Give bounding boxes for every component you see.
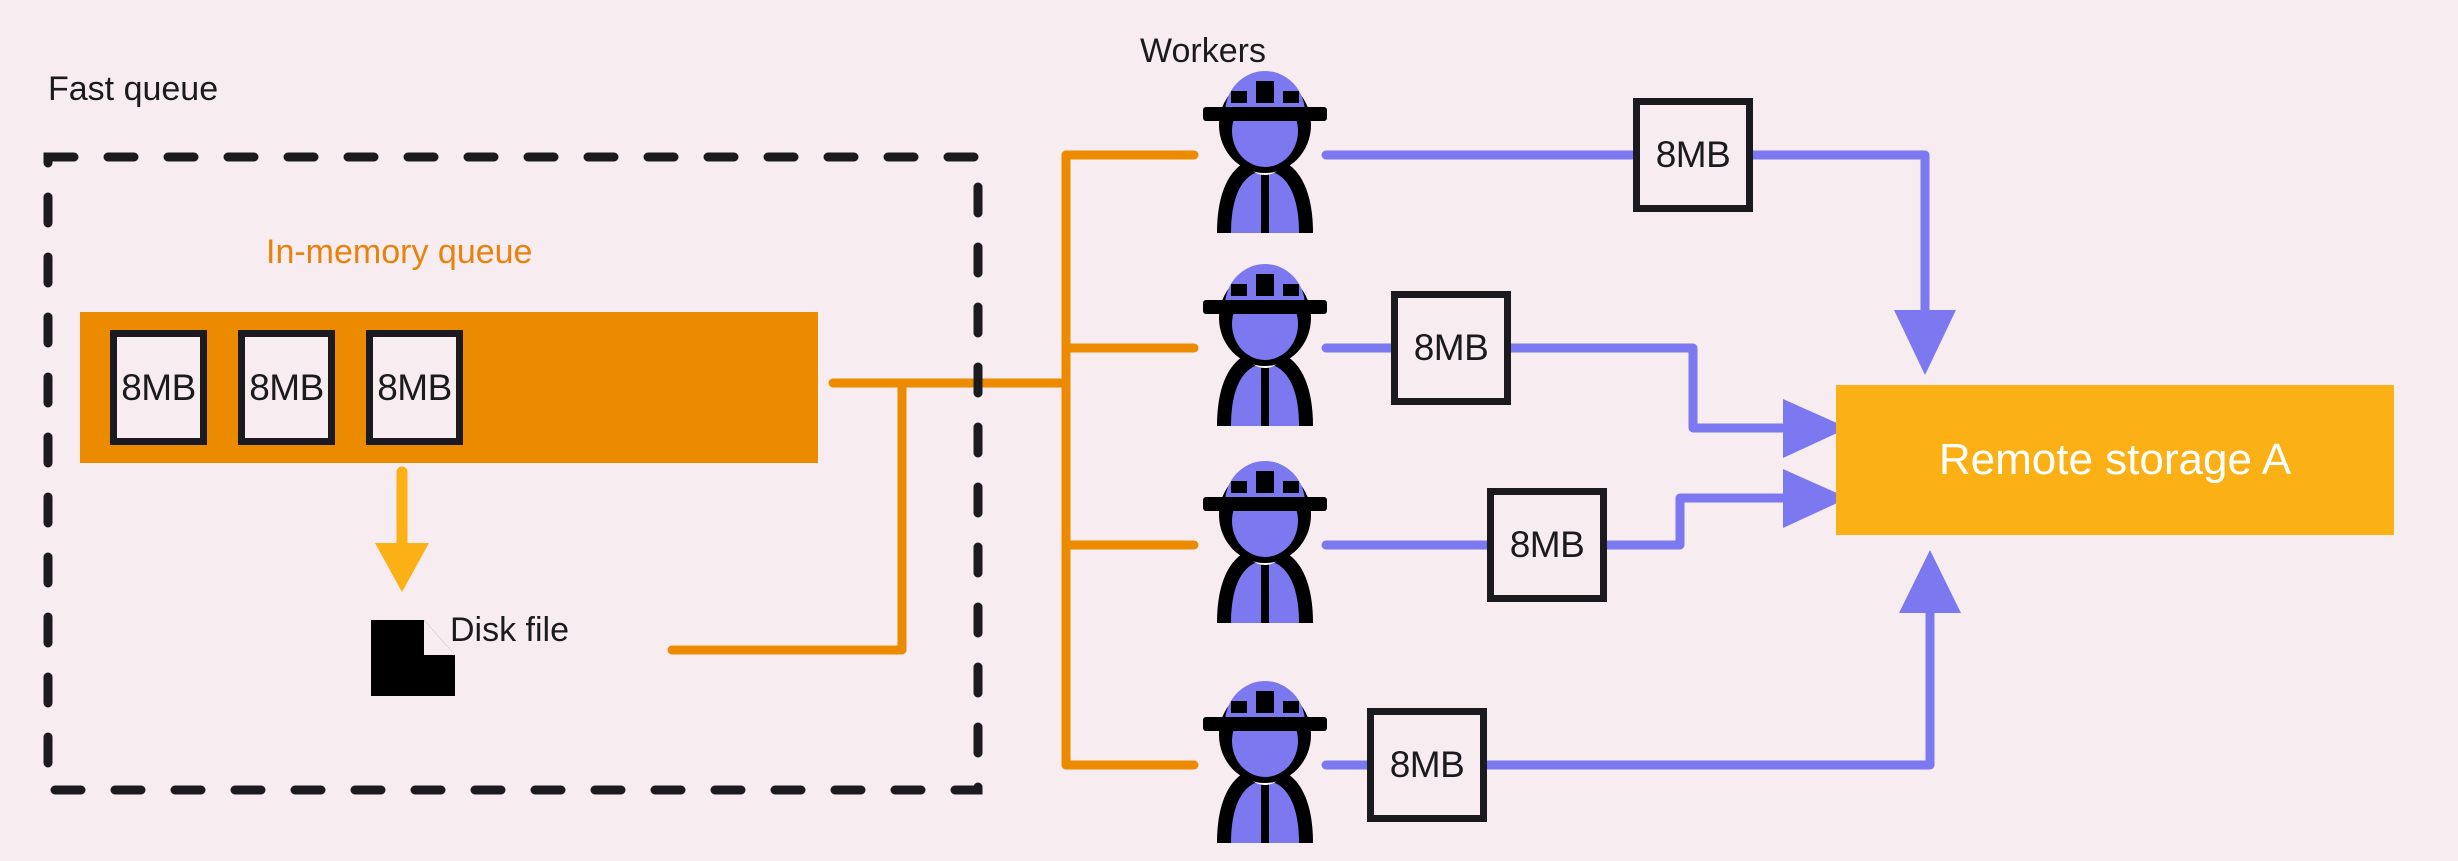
worker-payload-chip[interactable]: 8MB [1633, 98, 1753, 212]
remote-storage-label: Remote storage A [1938, 435, 2292, 484]
in-memory-queue-label: In-memory queue [266, 233, 533, 271]
fast-queue-label: Fast queue [48, 70, 219, 108]
workers-label: Workers [1140, 32, 1266, 70]
diagram-canvas: Fast queue In-memory queue Disk file Wor… [0, 0, 2458, 861]
queue-chip[interactable]: 8MB [238, 330, 335, 445]
worker-payload-chip[interactable]: 8MB [1487, 488, 1607, 602]
queue-chip[interactable]: 8MB [366, 330, 463, 445]
worker-payload-chip[interactable]: 8MB [1367, 708, 1487, 822]
queue-chip[interactable]: 8MB [110, 330, 207, 445]
worker-payload-chip[interactable]: 8MB [1391, 291, 1511, 405]
disk-file-label: Disk file [450, 611, 570, 649]
